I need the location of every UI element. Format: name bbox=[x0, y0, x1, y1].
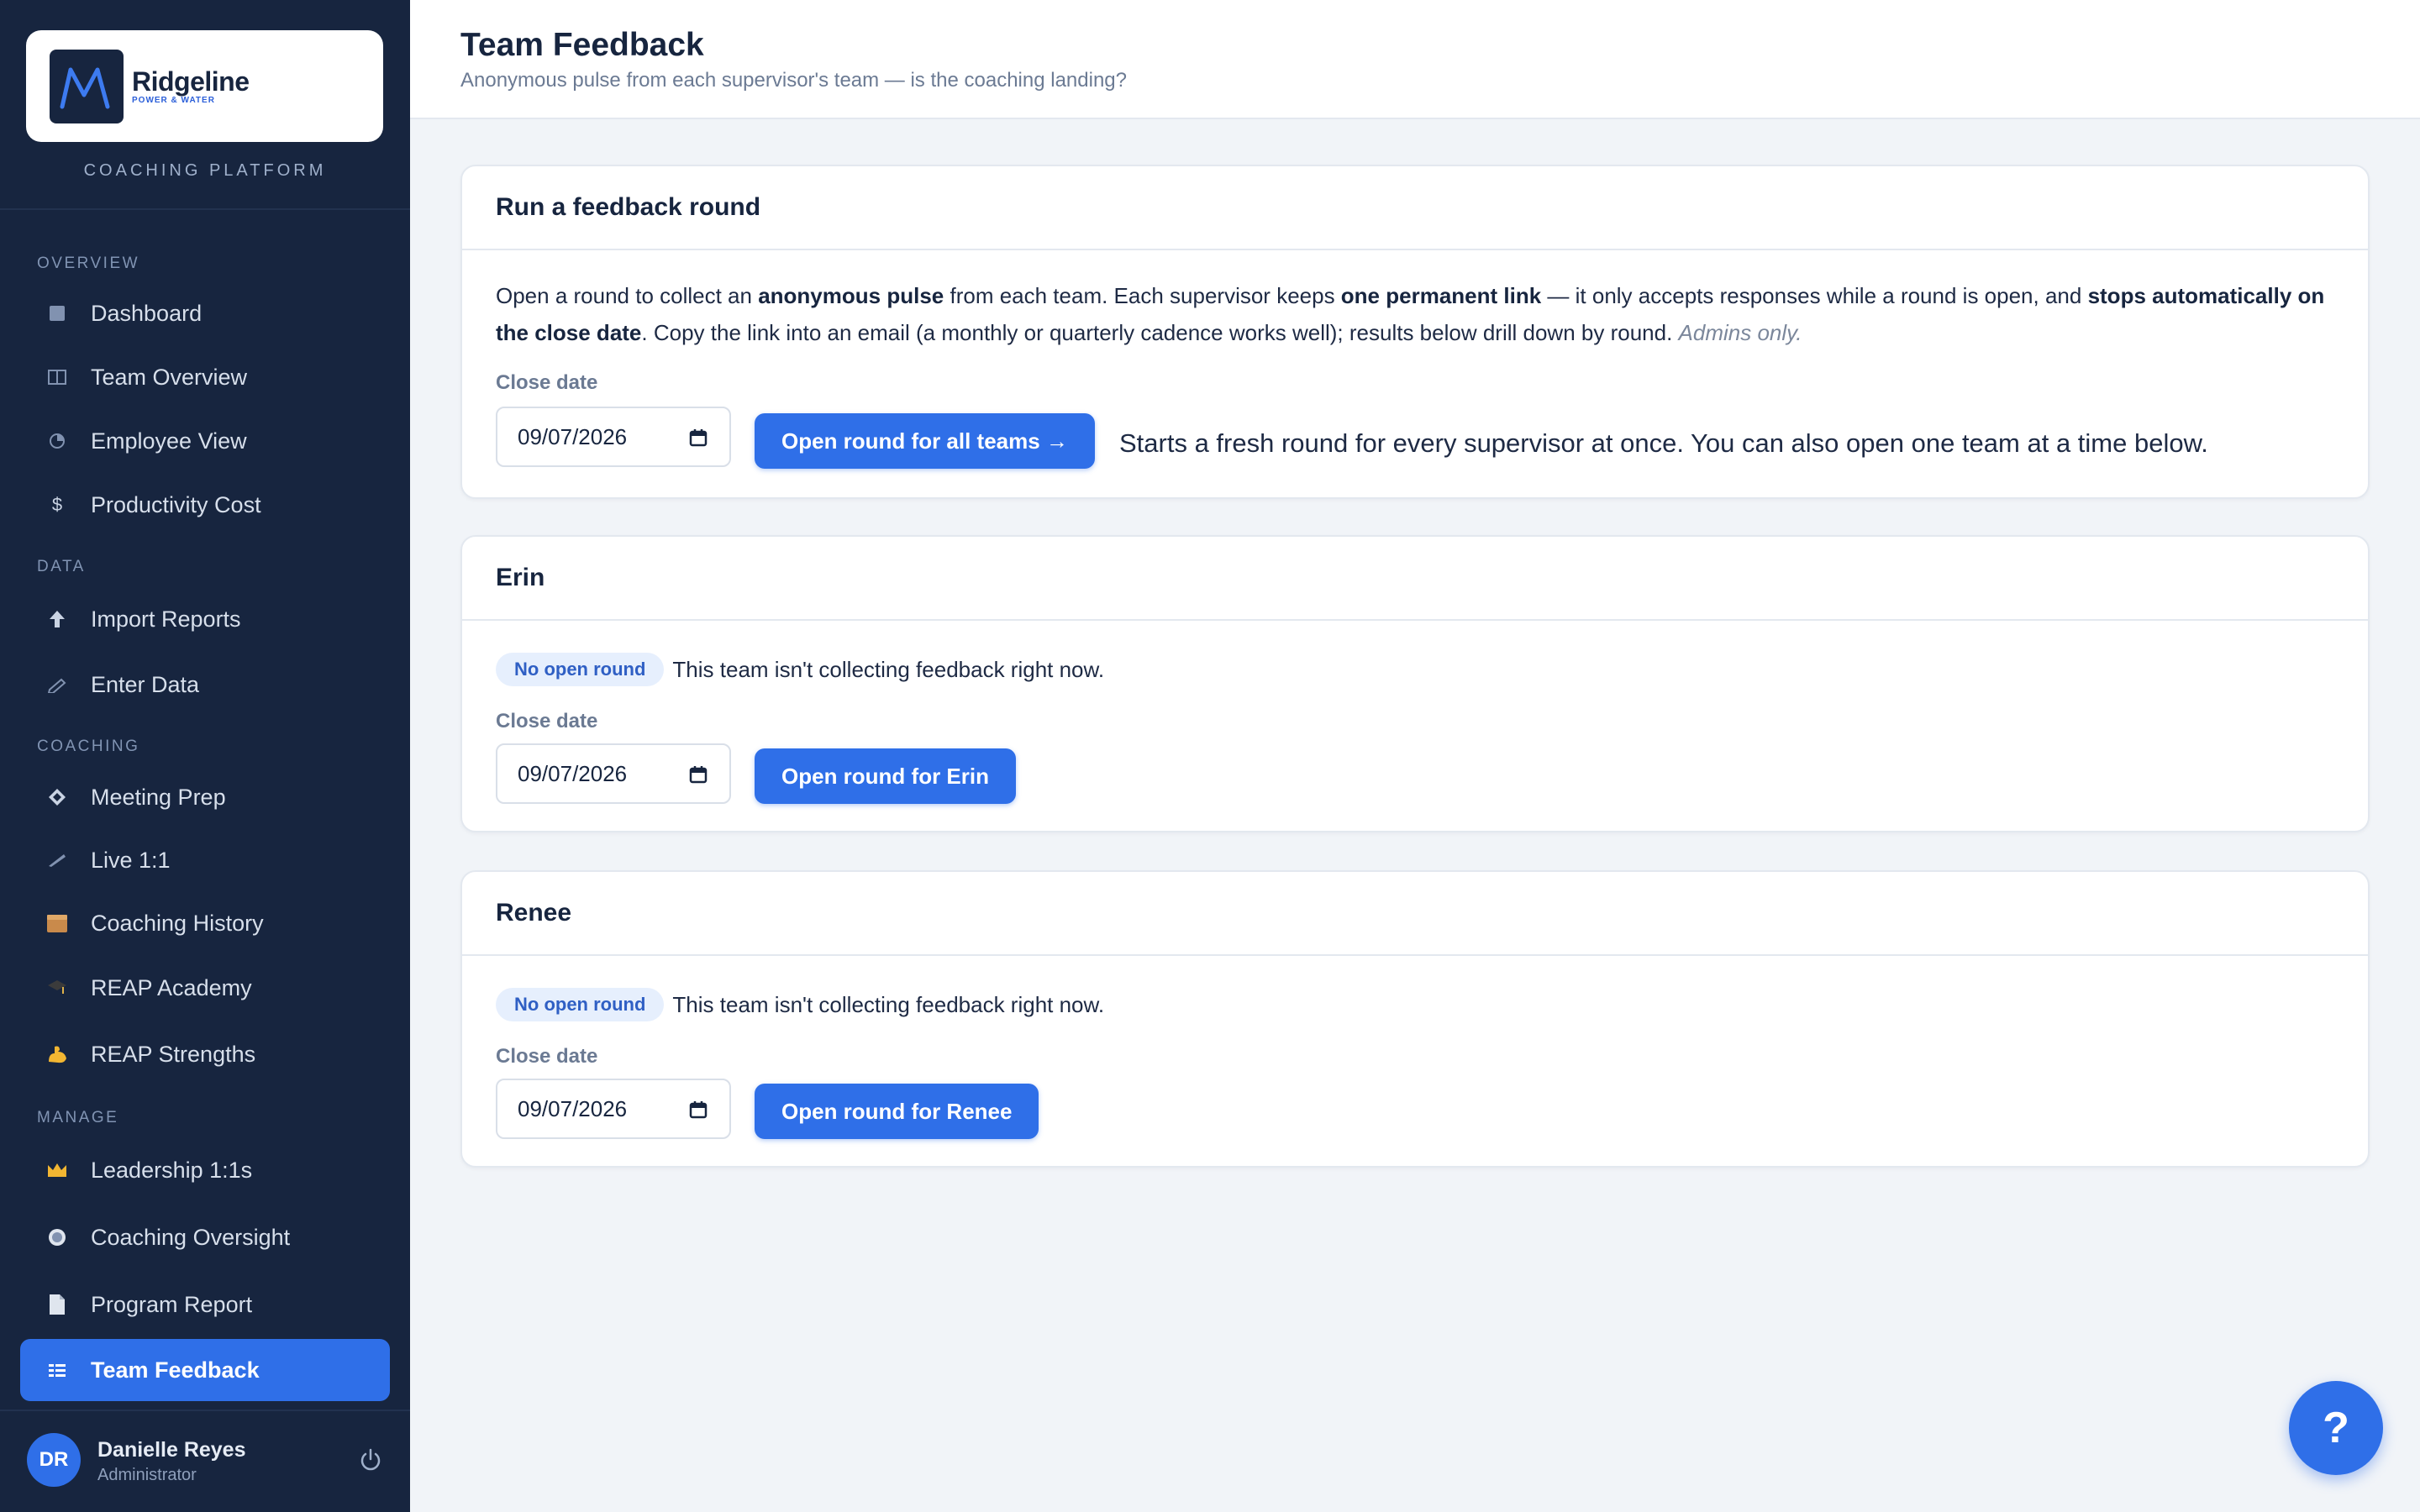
team-name: Erin bbox=[462, 537, 2368, 621]
sidebar-item-label: Live 1:1 bbox=[91, 847, 171, 873]
team-status: No open round This team isn't collecting… bbox=[496, 988, 1104, 1021]
sidebar-item-meeting-prep[interactable]: Meeting Prep bbox=[20, 769, 390, 825]
sidebar-item-reap-academy[interactable]: REAP Academy bbox=[20, 960, 390, 1016]
sidebar-item-live-1-1[interactable]: Live 1:1 bbox=[20, 832, 390, 888]
pencil-icon bbox=[45, 673, 69, 696]
sidebar-item-leadership-1-1s[interactable]: Leadership 1:1s bbox=[20, 1142, 390, 1198]
team-card-erin: Erin No open round This team isn't colle… bbox=[460, 535, 2370, 832]
team-card-renee: Renee No open round This team isn't coll… bbox=[460, 870, 2370, 1168]
upload-arrow-icon bbox=[45, 607, 69, 631]
avatar[interactable]: DR bbox=[27, 1433, 81, 1487]
sidebar-divider bbox=[0, 208, 410, 210]
sidebar-item-import-reports[interactable]: Import Reports bbox=[20, 591, 390, 647]
logout-power-icon[interactable] bbox=[357, 1446, 384, 1473]
team-name: Renee bbox=[462, 872, 2368, 956]
status-badge: No open round bbox=[496, 653, 665, 686]
close-date-value: 09/07/2026 bbox=[518, 423, 628, 449]
round-description: Open a round to collect an anonymous pul… bbox=[496, 283, 2325, 345]
brand-logo[interactable]: Ridgeline POWER & WATER bbox=[26, 30, 383, 142]
grad-cap-icon bbox=[45, 976, 69, 1000]
square-icon bbox=[45, 302, 69, 325]
help-button[interactable]: ? bbox=[2289, 1381, 2383, 1475]
sidebar-item-label: Leadership 1:1s bbox=[91, 1157, 253, 1183]
sidebar-item-productivity-cost[interactable]: $ Productivity Cost bbox=[20, 477, 390, 533]
sidebar-item-label: REAP Academy bbox=[91, 974, 252, 1000]
ridgeline-logo-icon bbox=[50, 49, 124, 123]
crown-icon bbox=[45, 1158, 69, 1182]
box-icon bbox=[45, 911, 69, 935]
page-subtitle: Anonymous pulse from each supervisor's t… bbox=[460, 69, 1127, 92]
close-date-label: Close date bbox=[496, 710, 598, 732]
sidebar-item-team-overview[interactable]: Team Overview bbox=[20, 349, 390, 405]
sidebar-item-label: Coaching Oversight bbox=[91, 1224, 291, 1250]
sidebar-item-employee-view[interactable]: Employee View bbox=[20, 413, 390, 469]
brand-name: Ridgeline bbox=[132, 66, 250, 97]
sidebar-item-reap-strengths[interactable]: REAP Strengths bbox=[20, 1026, 390, 1082]
sidebar-divider bbox=[0, 1410, 410, 1411]
section-label-coaching: COACHING bbox=[37, 738, 140, 755]
close-date-value: 09/07/2026 bbox=[518, 1095, 628, 1121]
page-title: Team Feedback bbox=[460, 27, 704, 63]
sidebar-item-dashboard[interactable]: Dashboard bbox=[20, 286, 390, 341]
calendar-icon[interactable] bbox=[689, 765, 708, 784]
pen-icon bbox=[45, 848, 69, 872]
status-text: This team isn't collecting feedback righ… bbox=[672, 656, 1105, 682]
close-date-input[interactable]: 09/07/2026 bbox=[496, 1079, 731, 1139]
user-role: Administrator bbox=[97, 1466, 197, 1484]
open-round-all-teams-button[interactable]: Open round for all teams → bbox=[755, 413, 1095, 469]
sidebar-item-label: Program Report bbox=[91, 1291, 253, 1317]
status-text: This team isn't collecting feedback righ… bbox=[672, 991, 1105, 1017]
sidebar-item-enter-data[interactable]: Enter Data bbox=[20, 657, 390, 712]
sidebar-item-label: Dashboard bbox=[91, 300, 203, 326]
feedback-round-card: Run a feedback round Open a round to col… bbox=[460, 165, 2370, 499]
pie-icon bbox=[45, 429, 69, 453]
list-icon bbox=[45, 1358, 69, 1382]
sidebar-item-label: Productivity Cost bbox=[91, 491, 261, 517]
sidebar-item-label: Team Feedback bbox=[91, 1357, 260, 1383]
close-date-label: Close date bbox=[496, 371, 598, 394]
radio-icon bbox=[45, 1226, 69, 1249]
sidebar: Ridgeline POWER & WATER COACHING PLATFOR… bbox=[0, 0, 410, 1512]
user-name: Danielle Reyes bbox=[97, 1438, 246, 1462]
sidebar-item-label: REAP Strengths bbox=[91, 1041, 256, 1067]
page-header: Team Feedback Anonymous pulse from each … bbox=[410, 0, 2420, 119]
section-label-data: DATA bbox=[37, 558, 86, 575]
brand-tagline: POWER & WATER bbox=[132, 96, 215, 105]
close-date-input[interactable]: 09/07/2026 bbox=[496, 407, 731, 467]
close-date-label: Close date bbox=[496, 1045, 598, 1068]
sidebar-item-team-feedback[interactable]: Team Feedback bbox=[20, 1339, 390, 1401]
diamond-icon bbox=[45, 785, 69, 809]
dollar-icon: $ bbox=[51, 494, 63, 515]
round-hint-text: Starts a fresh round for every superviso… bbox=[1119, 428, 2208, 458]
sidebar-item-label: Team Overview bbox=[91, 364, 248, 390]
sidebar-item-label: Enter Data bbox=[91, 671, 200, 697]
sidebar-item-label: Employee View bbox=[91, 428, 247, 454]
section-label-manage: MANAGE bbox=[37, 1109, 119, 1126]
document-icon bbox=[45, 1293, 69, 1316]
sidebar-item-label: Import Reports bbox=[91, 606, 241, 632]
platform-label: COACHING PLATFORM bbox=[83, 161, 327, 180]
status-badge: No open round bbox=[496, 988, 665, 1021]
card-title: Run a feedback round bbox=[462, 166, 2368, 250]
sidebar-item-coaching-history[interactable]: Coaching History bbox=[20, 895, 390, 951]
sidebar-item-label: Meeting Prep bbox=[91, 784, 226, 810]
sidebar-item-coaching-oversight[interactable]: Coaching Oversight bbox=[20, 1210, 390, 1265]
section-label-overview: OVERVIEW bbox=[37, 255, 140, 272]
calendar-icon[interactable] bbox=[689, 428, 708, 447]
app-root: Ridgeline POWER & WATER COACHING PLATFOR… bbox=[0, 0, 2420, 1512]
flexed-arm-icon bbox=[45, 1042, 69, 1066]
sidebar-item-label: Coaching History bbox=[91, 910, 264, 936]
close-date-value: 09/07/2026 bbox=[518, 760, 628, 786]
open-round-renee-button[interactable]: Open round for Renee bbox=[755, 1084, 1039, 1139]
close-date-input[interactable]: 09/07/2026 bbox=[496, 743, 731, 804]
calendar-icon[interactable] bbox=[689, 1100, 708, 1119]
team-status: No open round This team isn't collecting… bbox=[496, 653, 1104, 686]
sidebar-item-program-report[interactable]: Program Report bbox=[20, 1277, 390, 1332]
open-round-erin-button[interactable]: Open round for Erin bbox=[755, 748, 1016, 804]
columns-icon bbox=[45, 365, 69, 389]
